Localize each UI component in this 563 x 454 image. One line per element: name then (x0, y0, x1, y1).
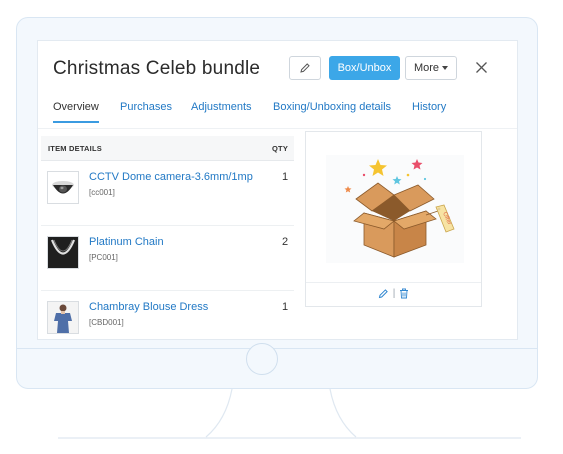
table-row: CCTV Dome camera-3.6mm/1mp [cc001] 1 (41, 161, 294, 226)
gift-box-illustration: Offer (326, 155, 464, 263)
blouse-image (47, 301, 79, 334)
image-actions-bar: | (306, 282, 481, 307)
pencil-icon (300, 63, 310, 73)
tabs-divider (38, 128, 517, 129)
item-name-link[interactable]: Platinum Chain (89, 236, 164, 248)
item-name-link[interactable]: CCTV Dome camera-3.6mm/1mp (89, 171, 253, 183)
box-unbox-button[interactable]: Box/Unbox (329, 56, 400, 80)
dome-camera-image (47, 171, 79, 204)
item-sku: [PC001] (89, 253, 118, 262)
bundle-image-panel: Offer | (305, 131, 482, 307)
trash-icon[interactable] (399, 288, 409, 299)
more-dropdown-button[interactable]: More (405, 56, 457, 80)
tab-history[interactable]: History (412, 101, 446, 113)
item-details-table: ITEM DETAILS QTY CCTV Dome camera-3.6mm/… (41, 136, 294, 336)
item-qty: 2 (282, 236, 289, 248)
monitor-power-button (246, 343, 278, 375)
page-title: Christmas Celeb bundle (53, 58, 261, 79)
tab-adjustments[interactable]: Adjustments (191, 101, 252, 113)
table-header: ITEM DETAILS QTY (41, 136, 294, 161)
item-qty: 1 (282, 301, 289, 313)
caret-down-icon (442, 66, 449, 70)
close-icon (475, 61, 487, 73)
close-button[interactable] (472, 57, 490, 77)
chain-image (47, 236, 79, 269)
edit-button[interactable] (289, 56, 321, 80)
more-label: More (413, 62, 440, 74)
tab-boxing-unboxing-details[interactable]: Boxing/Unboxing details (273, 101, 391, 113)
tab-purchases[interactable]: Purchases (120, 101, 172, 113)
app-screen: Christmas Celeb bundle Box/Unbox More Ov… (37, 40, 518, 340)
table-row: Chambray Blouse Dress [CBD001] 1 (41, 291, 294, 339)
tab-overview[interactable]: Overview (53, 101, 99, 113)
table-row: Platinum Chain [PC001] 2 (41, 226, 294, 291)
item-name-link[interactable]: Chambray Blouse Dress (89, 301, 208, 313)
action-separator: | (392, 288, 396, 299)
edit-image-icon[interactable] (378, 288, 389, 299)
item-qty: 1 (282, 171, 289, 183)
column-header-qty: QTY (272, 144, 289, 153)
active-tab-indicator (53, 121, 99, 123)
item-sku: [cc001] (89, 188, 115, 197)
column-header-item-details: ITEM DETAILS (48, 144, 102, 153)
item-sku: [CBD001] (89, 318, 124, 327)
